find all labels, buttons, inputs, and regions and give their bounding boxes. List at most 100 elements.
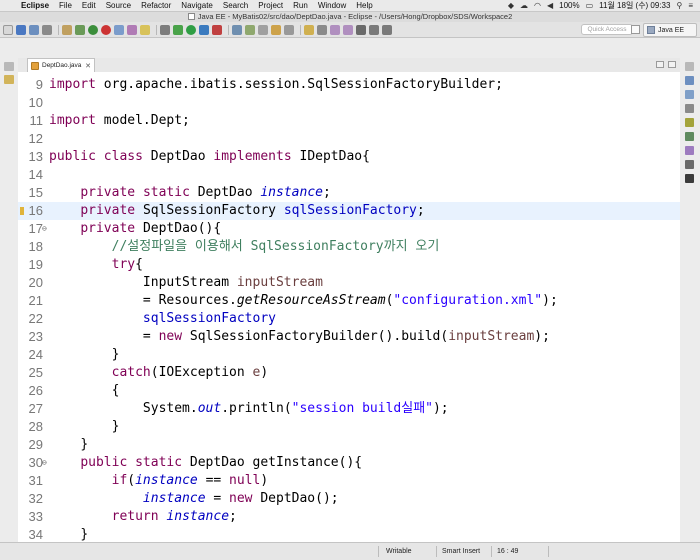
java-code-editor[interactable]: 9 import org.apache.ibatis.session.SqlSes… xyxy=(18,72,680,542)
code-line[interactable]: 14 xyxy=(18,166,680,184)
minimize-icon[interactable] xyxy=(656,61,664,68)
code-text[interactable]: private SqlSessionFactory sqlSessionFact… xyxy=(49,202,424,220)
fold-toggle-icon[interactable]: ⊖ xyxy=(42,220,47,238)
code-line[interactable]: 20 InputStream inputStream xyxy=(18,274,680,292)
notification-center-icon[interactable]: ≡ xyxy=(685,1,696,10)
wifi-icon[interactable]: ◠ xyxy=(531,1,544,10)
code-line[interactable]: 32 instance = new DeptDao(); xyxy=(18,490,680,508)
code-line[interactable]: 10 xyxy=(18,94,680,112)
code-line[interactable]: 17 ⊖ private DeptDao(){ xyxy=(18,220,680,238)
menu-search[interactable]: Search xyxy=(218,0,253,12)
battery-percent[interactable]: 100% xyxy=(556,1,582,10)
code-line[interactable]: 19 try{ xyxy=(18,256,680,274)
back-icon[interactable] xyxy=(369,24,379,35)
save-all-icon[interactable] xyxy=(29,24,39,35)
code-line[interactable]: 23 = new SqlSessionFactoryBuilder().buil… xyxy=(18,328,680,346)
code-line[interactable]: 13 public class DeptDao implements IDeptD… xyxy=(18,148,680,166)
task-list-icon[interactable] xyxy=(685,90,694,99)
perspective-java-ee-button[interactable]: Java EE xyxy=(643,23,697,37)
code-text[interactable]: private static DeptDao instance; xyxy=(49,184,331,202)
save-icon[interactable] xyxy=(16,24,26,35)
code-text[interactable]: import model.Dept; xyxy=(49,112,190,130)
code-text[interactable]: InputStream inputStream xyxy=(49,274,323,292)
search-icon[interactable] xyxy=(284,24,294,35)
dropbox-icon[interactable]: ◆ xyxy=(505,1,517,10)
skip-breakpoints-icon[interactable] xyxy=(160,24,170,35)
code-text[interactable]: try{ xyxy=(49,256,143,274)
code-text[interactable]: instance = new DeptDao(); xyxy=(49,490,339,508)
menu-source[interactable]: Source xyxy=(101,0,136,12)
last-edit-location-icon[interactable] xyxy=(356,24,366,35)
markers-icon[interactable] xyxy=(685,104,694,113)
code-line[interactable]: 21 = Resources.getResourceAsStream("conf… xyxy=(18,292,680,310)
publish-icon[interactable] xyxy=(75,24,85,35)
code-text[interactable]: return instance; xyxy=(49,508,237,526)
coverage-icon[interactable] xyxy=(199,24,209,35)
warning-marker-icon[interactable] xyxy=(20,207,24,215)
new-package-icon[interactable] xyxy=(140,24,150,35)
print-icon[interactable] xyxy=(42,24,52,35)
console-icon[interactable] xyxy=(685,174,694,183)
code-text[interactable]: } xyxy=(49,526,88,542)
new-icon[interactable] xyxy=(3,24,13,35)
close-icon[interactable]: ✕ xyxy=(85,62,91,70)
code-text[interactable]: } xyxy=(49,436,88,454)
code-line[interactable]: 22 sqlSessionFactory xyxy=(18,310,680,328)
next-annotation-icon[interactable] xyxy=(330,24,340,35)
menu-navigate[interactable]: Navigate xyxy=(176,0,218,12)
code-line[interactable]: 12 xyxy=(18,130,680,148)
code-line[interactable]: 9 import org.apache.ibatis.session.SqlSes… xyxy=(18,76,680,94)
code-text[interactable]: public class DeptDao implements IDeptDao… xyxy=(49,148,370,166)
code-text[interactable]: import org.apache.ibatis.session.SqlSess… xyxy=(49,76,503,94)
code-line[interactable]: 30 ⊖ public static DeptDao getInstance(){ xyxy=(18,454,680,472)
data-source-explorer-icon[interactable] xyxy=(685,146,694,155)
code-text[interactable]: if(instance == null) xyxy=(49,472,269,490)
run-icon[interactable] xyxy=(186,24,196,35)
java-perspective-icon[interactable] xyxy=(127,24,137,35)
forward-icon[interactable] xyxy=(382,24,392,35)
tab-deptdao-java[interactable]: DeptDao.java ✕ xyxy=(27,58,95,72)
open-type-icon[interactable] xyxy=(258,24,268,35)
quick-access-input[interactable]: Quick Access xyxy=(581,24,633,35)
external-tools-icon[interactable] xyxy=(212,24,222,35)
code-line[interactable]: 31 if(instance == null) xyxy=(18,472,680,490)
new-java-class-icon[interactable] xyxy=(232,24,242,35)
menu-app-name[interactable]: Eclipse xyxy=(16,0,54,12)
restore-right-view-icon[interactable] xyxy=(685,62,694,71)
code-text[interactable]: private DeptDao(){ xyxy=(49,220,221,238)
debug-icon[interactable] xyxy=(173,24,183,35)
outline-icon[interactable] xyxy=(685,76,694,85)
fold-toggle-icon[interactable]: ⊖ xyxy=(42,454,47,472)
menu-help[interactable]: Help xyxy=(351,0,377,12)
run-server-icon[interactable] xyxy=(88,24,98,35)
clock[interactable]: 11월 18일 (수) 09:33 xyxy=(596,0,673,11)
snippets-icon[interactable] xyxy=(685,160,694,169)
show-whitespace-icon[interactable] xyxy=(317,24,327,35)
code-text[interactable]: = Resources.getResourceAsStream("configu… xyxy=(49,292,558,310)
open-perspective-icon[interactable] xyxy=(631,25,640,34)
menu-refactor[interactable]: Refactor xyxy=(136,0,176,12)
code-line[interactable]: 24 } xyxy=(18,346,680,364)
code-text[interactable]: } xyxy=(49,346,120,364)
new-server-icon[interactable] xyxy=(114,24,124,35)
code-line[interactable]: 18 //설정파일을 이용해서 SqlSessionFactory까지 오기 xyxy=(18,238,680,256)
code-text[interactable]: public static DeptDao getInstance(){ xyxy=(49,454,362,472)
code-text[interactable]: = new SqlSessionFactoryBuilder().build(i… xyxy=(49,328,550,346)
code-line[interactable]: 11 import model.Dept; xyxy=(18,112,680,130)
restore-view-icon[interactable] xyxy=(4,62,14,71)
code-line[interactable]: 27 System.out.println("session build실패")… xyxy=(18,400,680,418)
code-line[interactable]: 25 catch(IOException e) xyxy=(18,364,680,382)
cloud-icon[interactable]: ☁ xyxy=(517,1,531,10)
previous-annotation-icon[interactable] xyxy=(343,24,353,35)
package-explorer-icon[interactable] xyxy=(4,75,14,84)
code-text[interactable]: { xyxy=(49,382,120,400)
code-line[interactable]: 28 } xyxy=(18,418,680,436)
new-web-service-icon[interactable] xyxy=(245,24,255,35)
menu-edit[interactable]: Edit xyxy=(77,0,101,12)
maximize-icon[interactable] xyxy=(668,61,676,68)
code-line[interactable]: 34 } xyxy=(18,526,680,542)
menu-run[interactable]: Run xyxy=(288,0,313,12)
code-line[interactable]: 29 } xyxy=(18,436,680,454)
code-line[interactable]: 33 return instance; xyxy=(18,508,680,526)
code-text[interactable]: System.out.println("session build실패"); xyxy=(49,400,449,418)
